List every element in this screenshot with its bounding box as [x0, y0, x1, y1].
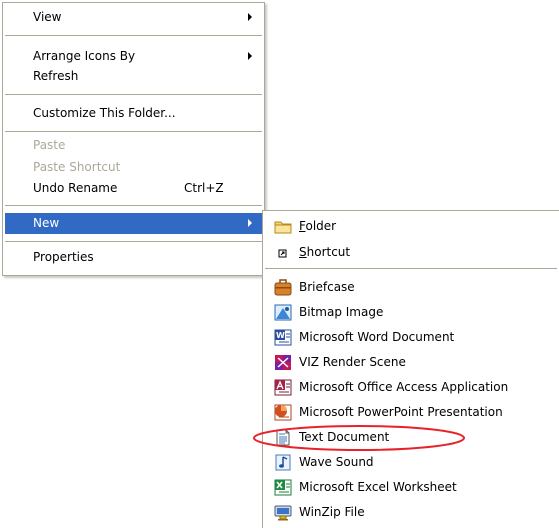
menu-item-customize-folder[interactable]: Customize This Folder... [5, 103, 262, 124]
submenu-item-label: VIZ Render Scene [299, 355, 406, 369]
text-document-icon [274, 429, 292, 446]
submenu-item-excel-worksheet[interactable]: Microsoft Excel Worksheet [265, 477, 557, 498]
menu-item-label: Refresh [33, 69, 79, 83]
menu-separator [5, 131, 262, 132]
menu-item-arrange-icons-by[interactable]: Arrange Icons By [5, 46, 262, 67]
menu-separator [5, 205, 262, 206]
submenu-item-powerpoint-presentation[interactable]: Microsoft PowerPoint Presentation [265, 402, 557, 423]
new-submenu: Folder Shortcut Briefcase Bitmap Image W… [262, 210, 559, 528]
shortcut-key-label: Ctrl+Z [184, 181, 224, 195]
menu-separator [5, 241, 262, 242]
submenu-item-label: Microsoft PowerPoint Presentation [299, 405, 503, 419]
submenu-item-access-application[interactable]: Microsoft Office Access Application [265, 377, 557, 398]
submenu-item-label: hortcut [306, 245, 351, 259]
submenu-item-folder[interactable]: Folder [265, 216, 557, 237]
context-menu: View Arrange Icons By Refresh Customize … [2, 2, 265, 276]
menu-item-paste-shortcut[interactable]: Paste Shortcut [5, 157, 262, 178]
menu-separator [5, 94, 262, 95]
menu-item-paste[interactable]: Paste [5, 135, 262, 156]
submenu-item-text-document[interactable]: Text Document [265, 427, 557, 448]
menu-separator [265, 268, 557, 269]
submenu-item-bitmap-image[interactable]: Bitmap Image [265, 302, 557, 323]
mnemonic-letter: S [299, 245, 307, 259]
access-icon [274, 379, 292, 396]
powerpoint-icon [274, 404, 292, 421]
submenu-item-label: Microsoft Word Document [299, 330, 455, 344]
winzip-icon [274, 504, 292, 521]
submenu-item-label: Text Document [299, 430, 390, 444]
menu-item-properties[interactable]: Properties [5, 247, 262, 268]
folder-icon [274, 218, 292, 235]
menu-item-undo-rename[interactable]: Undo Rename Ctrl+Z [5, 178, 262, 199]
menu-item-view[interactable]: View [5, 7, 262, 28]
submenu-item-label: Microsoft Office Access Application [299, 380, 509, 394]
excel-icon [274, 479, 292, 496]
bitmap-icon [274, 304, 292, 321]
submenu-arrow-icon [248, 219, 252, 227]
submenu-item-label: older [305, 219, 337, 233]
submenu-item-label: Bitmap Image [299, 305, 384, 319]
submenu-item-label: WinZip File [299, 505, 365, 519]
submenu-item-label: Briefcase [299, 280, 355, 294]
menu-item-refresh[interactable]: Refresh [5, 66, 262, 87]
submenu-item-word-document[interactable]: W Microsoft Word Document [265, 327, 557, 348]
word-icon: W [274, 329, 292, 346]
submenu-item-label: Wave Sound [299, 455, 374, 469]
menu-separator [5, 35, 262, 36]
menu-item-new[interactable]: New [5, 213, 262, 234]
submenu-item-briefcase[interactable]: Briefcase [265, 277, 557, 298]
menu-item-label: New [33, 216, 60, 230]
submenu-item-viz-render-scene[interactable]: VIZ Render Scene [265, 352, 557, 373]
menu-item-label: Customize This Folder... [33, 106, 176, 120]
menu-item-label: View [33, 10, 62, 24]
wave-sound-icon [274, 454, 292, 471]
submenu-item-label: Microsoft Excel Worksheet [299, 480, 457, 494]
submenu-item-winzip-file[interactable]: WinZip File [265, 502, 557, 523]
menu-item-label: Undo Rename [33, 181, 118, 195]
submenu-item-shortcut[interactable]: Shortcut [265, 242, 557, 263]
submenu-arrow-icon [248, 13, 252, 21]
viz-render-icon [274, 354, 292, 371]
menu-item-label: Paste [33, 138, 66, 152]
briefcase-icon [274, 279, 292, 296]
shortcut-icon [274, 244, 292, 261]
menu-item-label: Paste Shortcut [33, 160, 121, 174]
submenu-arrow-icon [248, 52, 252, 60]
menu-item-label: Properties [33, 250, 94, 264]
submenu-item-wave-sound[interactable]: Wave Sound [265, 452, 557, 473]
svg-text:W: W [276, 331, 285, 340]
menu-item-label: Arrange Icons By [33, 49, 136, 63]
